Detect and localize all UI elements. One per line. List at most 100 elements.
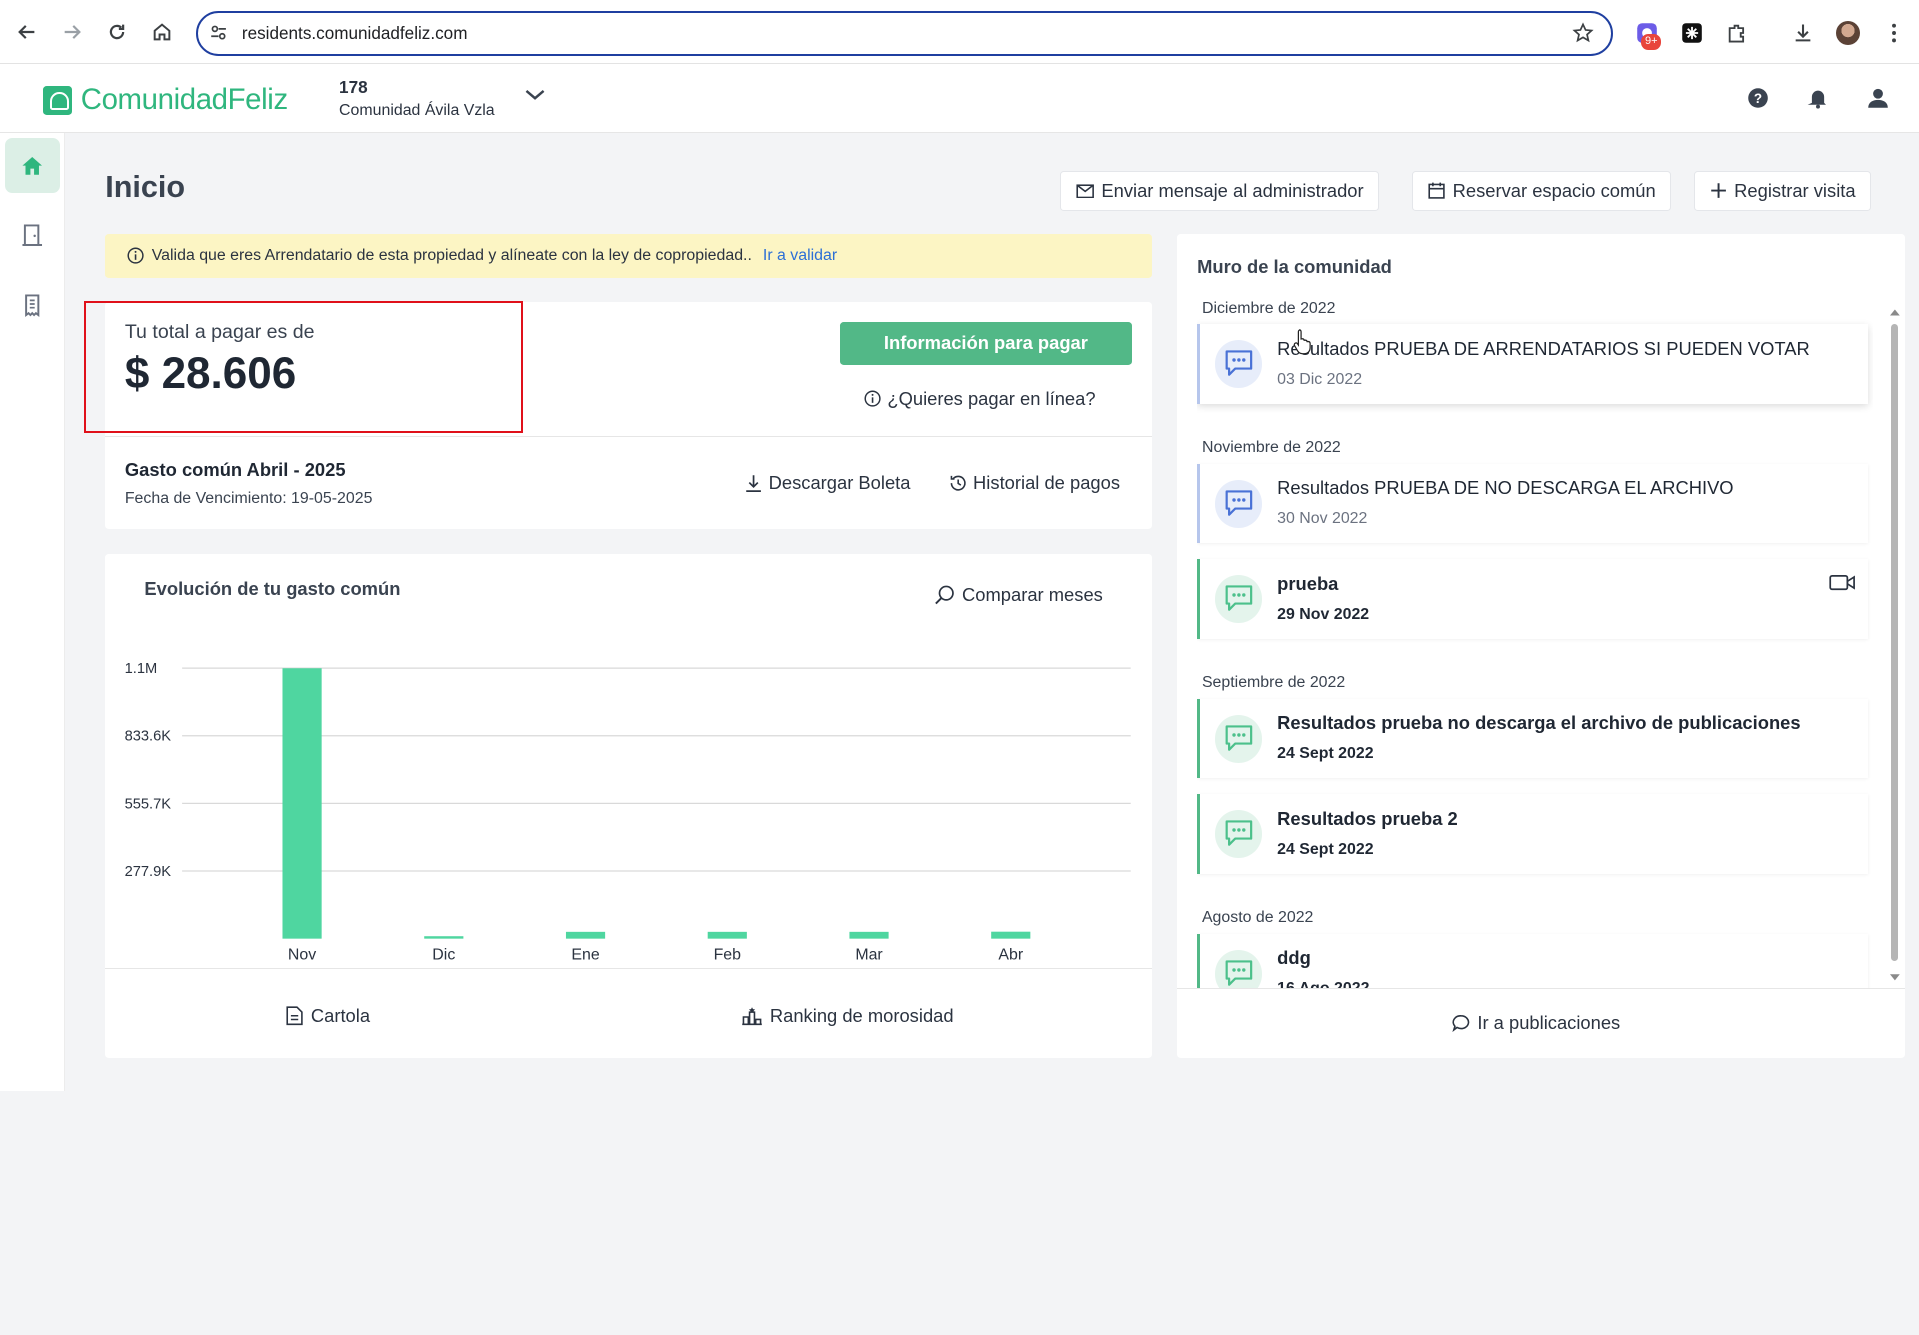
total-amount: $ 28.606 [124,348,297,398]
x-tick-label: Feb [714,947,742,964]
wall-post[interactable]: ddg 16 Ago 2022 [1197,933,1868,988]
download-receipt-link[interactable]: Descargar Boleta [745,472,910,494]
payment-info-button[interactable]: Información para pagar [839,321,1133,365]
hand-cursor-icon [1293,329,1311,355]
logo-text: ComunidadFeliz [80,83,288,117]
post-date: 24 Sept 2022 [1277,840,1374,858]
expense-bar-chart: 277.9K 555.7K 833.6K 1.1M Nov Dic Ene Feb Mar Abr [125,661,1131,964]
post-title[interactable]: Resultados PRUEBA DE ARRENDATARIOS SI PU… [1277,338,1810,360]
wall-post[interactable]: Resultados prueba no descarga el archivo… [1197,698,1868,779]
plus-icon [1710,183,1726,199]
ai-extension-icon[interactable] [1679,21,1703,45]
send-message-button[interactable]: Enviar mensaje al administrador [1059,171,1380,211]
chat-bubble-icon [1452,1015,1469,1033]
y-tick-label: 555.7K [125,796,172,812]
document-icon [286,1006,304,1026]
site-settings-icon[interactable] [210,24,227,47]
month-label: Agosto de 2022 [1201,909,1314,927]
post-date: 24 Sept 2022 [1277,745,1374,763]
extension-badge: 9+ [1641,34,1662,51]
month-label: Diciembre de 2022 [1201,299,1336,317]
sidebar-item-payments[interactable] [5,278,60,333]
alert-text: Valida que eres Arrendatario de esta pro… [151,246,752,264]
forward-icon[interactable] [58,17,87,46]
chat-icon [1214,949,1263,988]
profile-avatar[interactable] [1836,20,1861,46]
post-title[interactable]: Resultados PRUEBA DE NO DESCARGA EL ARCH… [1277,477,1733,499]
x-tick-label: Nov [288,947,316,964]
chevron-down-icon[interactable] [524,86,546,109]
post-title[interactable]: Resultados prueba no descarga el archivo… [1277,712,1800,734]
bell-icon[interactable] [1807,87,1829,109]
info-icon [127,247,144,264]
bar [849,931,889,939]
url-text[interactable]: residents.comunidadfeliz.com [242,23,468,44]
post-date: 30 Nov 2022 [1277,510,1368,528]
y-tick-label: 277.9K [125,864,172,880]
home-browser-icon[interactable] [147,17,176,46]
divider [105,968,1152,970]
browser-toolbar: residents.comunidadfeliz.com 9+ [0,0,1919,64]
x-tick-label: Abr [999,947,1024,964]
help-icon[interactable]: ? [1747,87,1769,109]
receipt-icon [25,294,40,318]
bar [566,931,606,939]
reload-icon[interactable] [103,17,132,46]
puzzle-extensions-icon[interactable] [1725,21,1749,45]
download-icon [746,475,762,493]
sidebar-item-unit[interactable] [5,208,60,263]
community-wall: Muro de la comunidad Diciembre de 2022 Re… [1177,233,1905,1058]
unit-name[interactable]: Comunidad Ávila Vzla [339,102,495,120]
payment-card: Tu total a pagar es de $ 28.606 Informac… [105,302,1152,529]
pay-online-label: ¿Quieres pagar en línea? [887,387,1096,409]
back-icon[interactable] [12,17,41,46]
page-title: Inicio [105,170,186,205]
reserve-space-button[interactable]: Reservar espacio común [1412,171,1672,211]
logo[interactable]: ComunidadFeliz [42,83,288,117]
compare-search-icon [935,585,954,605]
scroll-up-icon[interactable] [1889,307,1900,317]
chart-title: Evolución de tu gasto común [144,577,401,599]
mail-icon [1076,184,1094,198]
bar [424,936,464,939]
scroll-thumb[interactable] [1891,324,1899,961]
wall-post[interactable]: prueba 29 Nov 2022 [1197,559,1868,639]
cartola-label: Cartola [310,1004,371,1026]
wall-feed[interactable]: Diciembre de 2022 Resultados PRUEBA DE AR… [1197,295,1873,988]
total-label: Tu total a pagar es de [124,320,315,343]
chat-icon [1214,340,1263,388]
compare-months-link[interactable]: Comparar meses [934,584,1103,606]
cartola-link[interactable]: Cartola [286,1005,370,1027]
user-icon[interactable] [1867,87,1889,109]
unit-number[interactable]: 178 [339,77,368,98]
post-date: 29 Nov 2022 [1277,605,1370,623]
post-title[interactable]: ddg [1277,947,1311,969]
bookmark-star-icon[interactable] [1572,22,1594,50]
scroll-down-icon[interactable] [1889,973,1900,983]
wall-post[interactable]: Resultados prueba 2 24 Sept 2022 [1197,794,1868,874]
validate-link[interactable]: Ir a validar [763,247,837,265]
go-to-posts-label: Ir a publicaciones [1477,1012,1621,1034]
x-tick-label: Ene [572,947,600,964]
register-visit-button[interactable]: Registrar visita [1694,171,1872,211]
ranking-link[interactable]: Ranking de morosidad [741,1005,954,1027]
post-title[interactable]: prueba [1277,573,1338,595]
browser-menu-icon[interactable] [1881,21,1905,45]
register-visit-label: Registrar visita [1734,179,1856,201]
divider [1177,987,1905,989]
ranking-label: Ranking de morosidad [769,1004,954,1026]
post-date: 16 Ago 2022 [1277,980,1369,987]
payment-history-link[interactable]: Historial de pagos [949,472,1120,494]
pay-online-link[interactable]: ¿Quieres pagar en línea? [864,387,1096,410]
wall-scrollbar[interactable] [1889,307,1900,983]
address-bar[interactable]: residents.comunidadfeliz.com [195,11,1614,57]
svg-text:?: ? [1754,91,1762,106]
download-icon[interactable] [1791,21,1815,45]
sidebar-item-home[interactable] [4,138,60,194]
ranking-icon [741,1007,762,1026]
post-title[interactable]: Resultados prueba 2 [1277,808,1458,830]
go-to-posts-link[interactable]: Ir a publicaciones [1452,1012,1621,1034]
y-tick-label: 1.1M [125,661,158,677]
wall-post[interactable]: Resultados PRUEBA DE NO DESCARGA EL ARCH… [1197,463,1868,544]
logo-mark-icon [42,85,73,115]
